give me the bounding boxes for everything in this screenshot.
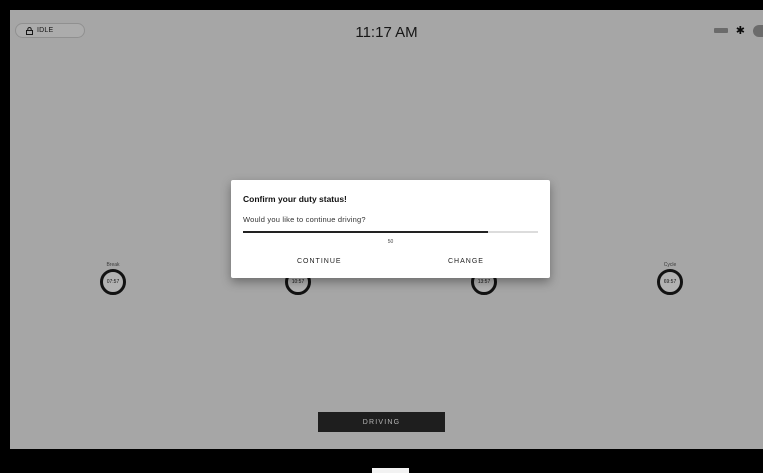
dialog-title: Confirm your duty status! <box>243 194 347 204</box>
dialog-message: Would you like to continue driving? <box>243 215 366 224</box>
confirm-duty-dialog: Confirm your duty status! Would you like… <box>231 180 550 278</box>
change-button[interactable]: CHANGE <box>448 258 484 265</box>
countdown-slider[interactable] <box>243 231 538 233</box>
home-handle[interactable] <box>372 468 409 473</box>
system-nav-bar <box>0 449 763 473</box>
continue-button[interactable]: CONTINUE <box>297 258 342 265</box>
slider-value: 50 <box>387 239 394 245</box>
slider-fill <box>243 231 488 233</box>
